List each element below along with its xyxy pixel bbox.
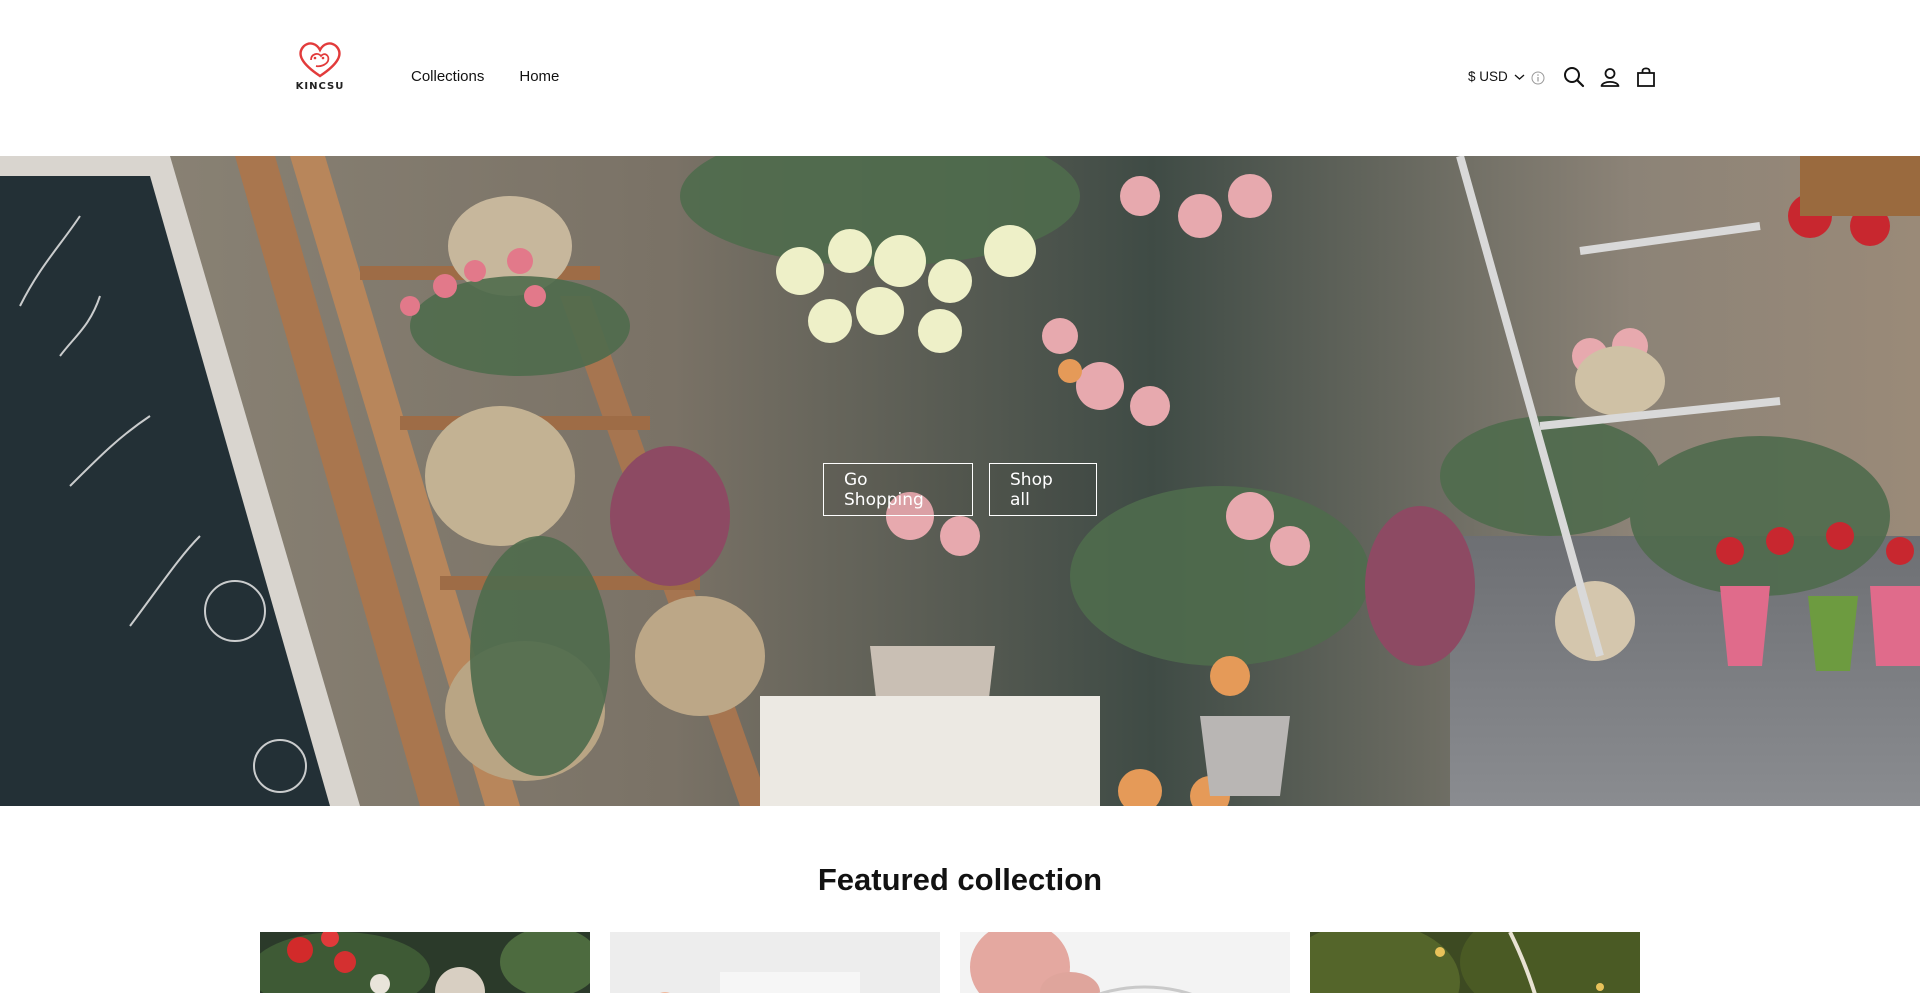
cart-button[interactable] [1634,65,1658,89]
info-icon[interactable] [1531,71,1545,85]
shopping-bag-icon [1637,67,1655,87]
currency-selector[interactable]: $ USD [1468,69,1525,84]
go-shopping-button[interactable]: Go Shopping [823,463,973,516]
christmas-ornaments-photo [260,932,590,993]
search-icon [1564,67,1585,88]
product-card[interactable] [610,932,940,993]
search-button[interactable] [1562,65,1586,89]
site-header: KINCSU Collections Home $ USD [0,0,1920,156]
hero-banner: Go Shopping Shop all [0,156,1920,806]
hero-buttons: Go Shopping Shop all [823,463,1097,516]
header-tools: $ USD [0,62,1920,92]
user-icon [1600,68,1620,87]
product-card[interactable] [960,932,1290,993]
hand-holding-photo [960,932,1290,993]
shop-all-button[interactable]: Shop all [989,463,1097,516]
featured-collection-title: Featured collection [817,862,1103,897]
account-button[interactable] [1598,65,1622,89]
product-card[interactable] [260,932,590,993]
white-product-photo [610,932,940,993]
product-card[interactable] [1310,932,1640,993]
product-grid [260,932,1640,993]
chevron-down-icon [1514,74,1525,80]
currency-label: $ USD [1468,69,1508,84]
christmas-tree-photo [1310,932,1640,993]
